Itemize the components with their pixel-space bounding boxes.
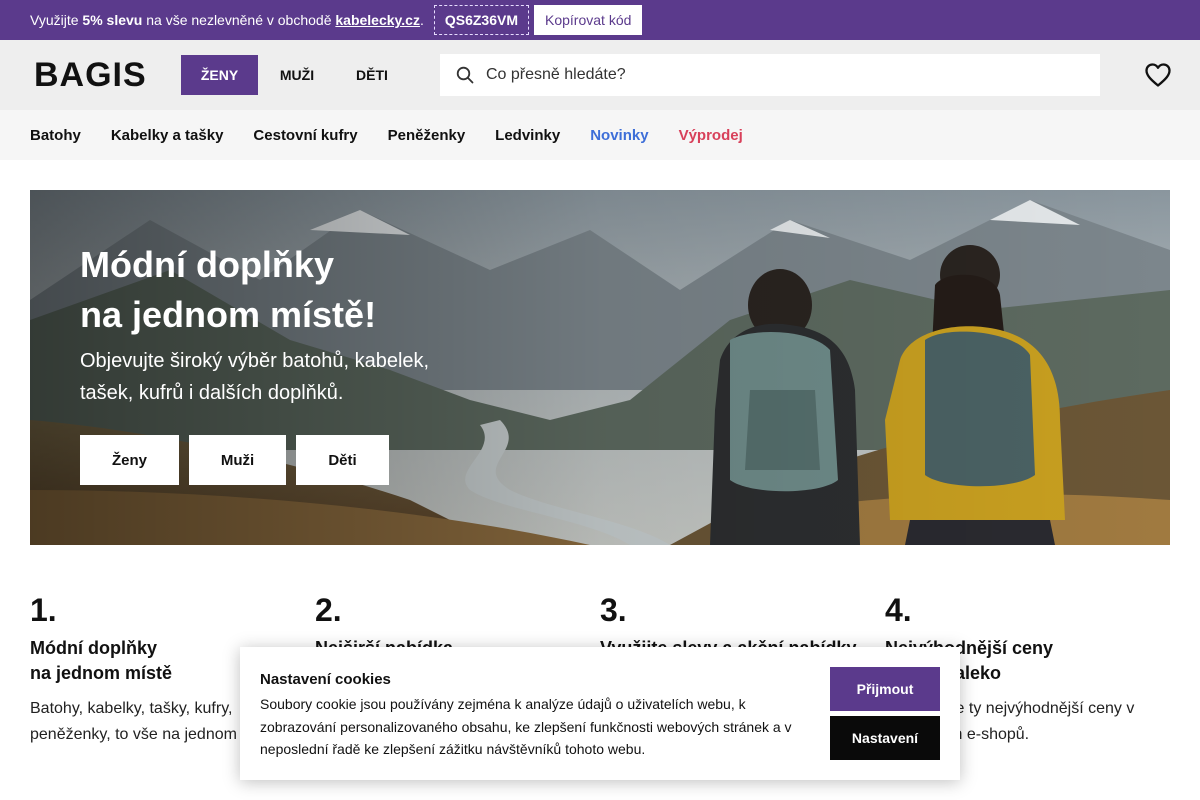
benefit-number: 1. [30,592,57,628]
hero-title-line2: na jednom místě! [80,294,377,335]
cookie-accept-button[interactable]: Přijmout [830,667,940,711]
search-box[interactable] [440,54,1100,96]
benefit-number: 3. [600,592,627,628]
hero-banner: Módní doplňky na jednom místě! Objevujte… [30,190,1170,545]
promo-discount: 5% slevu [82,12,143,28]
category-kufry[interactable]: Cestovní kufry [253,127,357,144]
promo-shop-link[interactable]: kabelecky.cz [335,12,420,28]
benefit-title-line1: Módní doplňky [30,638,157,658]
tab-zeny[interactable]: ŽENY [181,55,258,95]
category-batohy[interactable]: Batohy [30,127,81,144]
hero-text: Módní doplňky na jednom místě! Objevujte… [80,240,460,409]
promo-dot: . [419,12,424,28]
cookie-title: Nastavení cookies [260,671,391,688]
hero-buttons: Ženy Muži Děti [80,435,399,485]
gender-tabs: ŽENY MUŽI DĚTI [181,55,408,95]
category-kabelky[interactable]: Kabelky a tašky [111,127,224,144]
hero-button-muzi[interactable]: Muži [189,435,286,485]
promo-bar: Využijte 5% slevu na vše nezlevněné v ob… [0,0,1200,40]
hero-title-line1: Módní doplňky [80,244,334,285]
promo-middle: na vše nezlevněné v obchodě [146,12,332,28]
hero-button-deti[interactable]: Děti [296,435,389,485]
category-nav: Batohy Kabelky a tašky Cestovní kufry Pe… [0,110,1200,160]
hero-button-zeny[interactable]: Ženy [80,435,179,485]
category-penezenky[interactable]: Peněženky [388,127,466,144]
category-novinky[interactable]: Novinky [590,127,648,144]
benefit-number: 2. [315,592,342,628]
hero-title: Módní doplňky na jednom místě! [80,240,460,340]
search-input[interactable] [486,66,1046,84]
category-ledvinky[interactable]: Ledvinky [495,127,560,144]
tab-deti[interactable]: DĚTI [336,55,408,95]
tab-muzi[interactable]: MUŽI [258,55,336,95]
hero-subtitle: Objevujte široký výběr batohů, kabelek, … [80,350,430,404]
cookie-settings-button[interactable]: Nastavení [830,716,940,760]
promo-prefix: Využijte [30,12,79,28]
benefit-number: 4. [885,592,912,628]
copy-code-button[interactable]: Kopírovat kód [534,5,643,35]
heart-icon[interactable] [1144,62,1172,88]
cookie-text: Soubory cookie jsou používány zejména k … [260,696,792,757]
promo-code: QS6Z36VM [433,5,529,35]
logo[interactable]: BAGIS [34,56,181,95]
cookie-dialog: Nastavení cookies Soubory cookie jsou po… [240,647,960,780]
search-icon[interactable] [456,66,474,84]
category-vyprodej[interactable]: Výprodej [679,127,743,144]
site-header: BAGIS ŽENY MUŽI DĚTI [0,40,1200,110]
benefit-title-line2: na jednom místě [30,663,173,683]
